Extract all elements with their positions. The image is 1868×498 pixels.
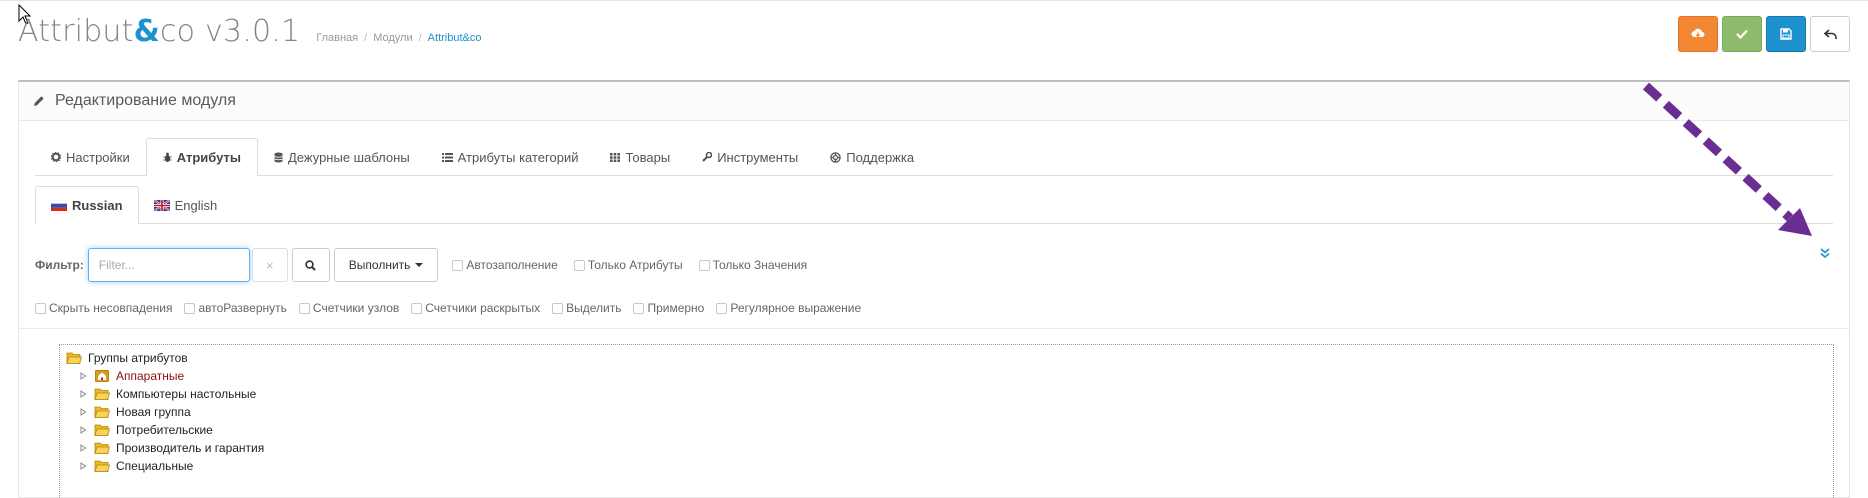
checkbox-hide-mismatches[interactable]: Скрыть несовпадения	[35, 301, 172, 315]
tree-node-label[interactable]: Производитель и гарантия	[114, 440, 266, 456]
gear-icon	[51, 152, 61, 162]
flag-ru-icon	[51, 200, 67, 211]
back-icon	[1823, 28, 1837, 39]
page-header: Attribut&co v3.0.1 Главная / Модули / At…	[18, 14, 481, 54]
tab-products[interactable]: Товары	[594, 138, 686, 176]
pencil-icon	[34, 96, 44, 106]
page-title: Attribut&co v3.0.1	[18, 14, 301, 49]
apply-button[interactable]	[1722, 16, 1762, 52]
folder-icon	[94, 460, 110, 472]
tree-node-label[interactable]: Специальные	[114, 458, 195, 474]
tree-node-label[interactable]: Потребительские	[114, 422, 215, 438]
checkbox-box[interactable]	[411, 302, 423, 314]
checkbox-box[interactable]	[698, 259, 710, 271]
tree-node-label[interactable]: Компьютеры настольные	[114, 386, 258, 402]
checkbox-box[interactable]	[716, 302, 728, 314]
expander-icon[interactable]	[78, 407, 88, 417]
edit-module-panel: Редактирование модуля Настройки Атрибуты…	[18, 80, 1850, 498]
panel-title: Редактирование модуля	[55, 92, 236, 109]
attribute-tree: Группы атрибутов Аппаратные Компьютеры н…	[59, 344, 1834, 498]
checkbox-box[interactable]	[35, 302, 46, 314]
folder-icon	[94, 442, 110, 454]
checkbox-box[interactable]	[633, 302, 645, 314]
expander-icon[interactable]	[78, 425, 88, 435]
breadcrumb-modules[interactable]: Модули	[373, 32, 412, 44]
bug-icon	[163, 152, 172, 163]
tab-language-russian[interactable]: Russian	[35, 186, 139, 225]
breadcrumb-separator: /	[364, 32, 368, 44]
checkbox-box[interactable]	[573, 259, 585, 271]
save-button[interactable]	[1766, 16, 1806, 52]
breadcrumb: Главная / Модули / Attribut&co	[316, 32, 481, 44]
tab-tools[interactable]: Инструменты	[686, 138, 814, 176]
check-icon	[1736, 29, 1748, 39]
tab-settings[interactable]: Настройки	[35, 138, 146, 176]
execute-dropdown-button[interactable]: Выполнить	[333, 248, 439, 282]
filter-input[interactable]	[87, 248, 250, 282]
main-tabs: Настройки Атрибуты Дежурные шаблоны Атри…	[35, 138, 1833, 177]
folder-icon	[94, 406, 110, 418]
expander-icon[interactable]	[78, 461, 88, 471]
checkbox-autocomplete[interactable]: Автозаполнение	[452, 258, 558, 272]
header-actions	[1678, 16, 1850, 52]
wrench-icon	[702, 152, 713, 162]
expand-double-chevron-icon[interactable]	[1819, 246, 1831, 260]
expander-icon[interactable]	[78, 389, 88, 399]
checkbox-box[interactable]	[452, 259, 464, 271]
tab-attributes[interactable]: Атрибуты	[145, 138, 258, 177]
flag-gb-icon	[153, 199, 170, 211]
breadcrumb-separator: /	[418, 32, 422, 44]
tab-language-english[interactable]: English	[139, 186, 233, 224]
tab-support[interactable]: Поддержка	[814, 138, 930, 176]
checkbox-expanded-counters[interactable]: Счетчики раскрытых	[411, 301, 540, 315]
checkbox-box[interactable]	[184, 302, 196, 314]
folder-open-icon	[66, 352, 82, 364]
search-button[interactable]	[291, 248, 330, 282]
filter-options-row2: Скрыть несовпадения автоРазвернуть Счетч…	[35, 298, 861, 318]
grid-icon	[610, 152, 621, 162]
folder-icon	[94, 388, 110, 400]
folder-icon	[94, 424, 110, 436]
divider	[19, 328, 1849, 329]
checkbox-auto-expand[interactable]: автоРазвернуть	[184, 301, 287, 315]
list-icon	[441, 152, 453, 162]
language-tabs: Russian English	[35, 186, 1833, 225]
panel-heading: Редактирование модуля	[19, 82, 1849, 121]
download-button[interactable]	[1678, 16, 1718, 52]
checkbox-fuzzy[interactable]: Примерно	[633, 301, 704, 315]
breadcrumb-home[interactable]: Главная	[316, 32, 358, 44]
filter-row: Фильтр: × Выполнить Автозаполнение Тольк…	[35, 248, 807, 282]
tab-category-attributes[interactable]: Атрибуты категорий	[426, 138, 595, 176]
filter-options-row1: Автозаполнение Только Атрибуты Только Зн…	[452, 258, 807, 272]
checkbox-regex[interactable]: Регулярное выражение	[716, 301, 861, 315]
back-button[interactable]	[1810, 16, 1850, 52]
tab-templates[interactable]: Дежурные шаблоны	[258, 138, 426, 176]
lifebuoy-icon	[830, 151, 842, 163]
clear-filter-button[interactable]: ×	[251, 248, 288, 282]
tree-node: Специальные	[78, 455, 195, 477]
database-icon	[274, 152, 283, 163]
checkbox-values-only[interactable]: Только Значения	[698, 258, 807, 272]
checkbox-highlight[interactable]: Выделить	[552, 301, 621, 315]
checkbox-box[interactable]	[298, 302, 310, 314]
save-icon	[1780, 28, 1792, 40]
search-icon	[305, 259, 316, 271]
tree-node-label[interactable]: Аппаратные	[114, 368, 186, 384]
expander-icon[interactable]	[78, 443, 88, 453]
breadcrumb-current[interactable]: Attribut&co	[428, 32, 482, 44]
tree-root-label[interactable]: Группы атрибутов	[86, 350, 190, 366]
top-border	[0, 0, 1868, 1]
checkbox-attributes-only[interactable]: Только Атрибуты	[573, 258, 683, 272]
cloud-download-icon	[1691, 28, 1705, 38]
caret-down-icon	[415, 263, 424, 267]
expander-icon[interactable]	[78, 371, 88, 381]
tree-node-label[interactable]: Новая группа	[114, 404, 193, 420]
home-folder-icon	[95, 370, 109, 382]
checkbox-box[interactable]	[552, 302, 564, 314]
checkbox-node-counters[interactable]: Счетчики узлов	[298, 301, 399, 315]
filter-label: Фильтр:	[35, 258, 84, 272]
